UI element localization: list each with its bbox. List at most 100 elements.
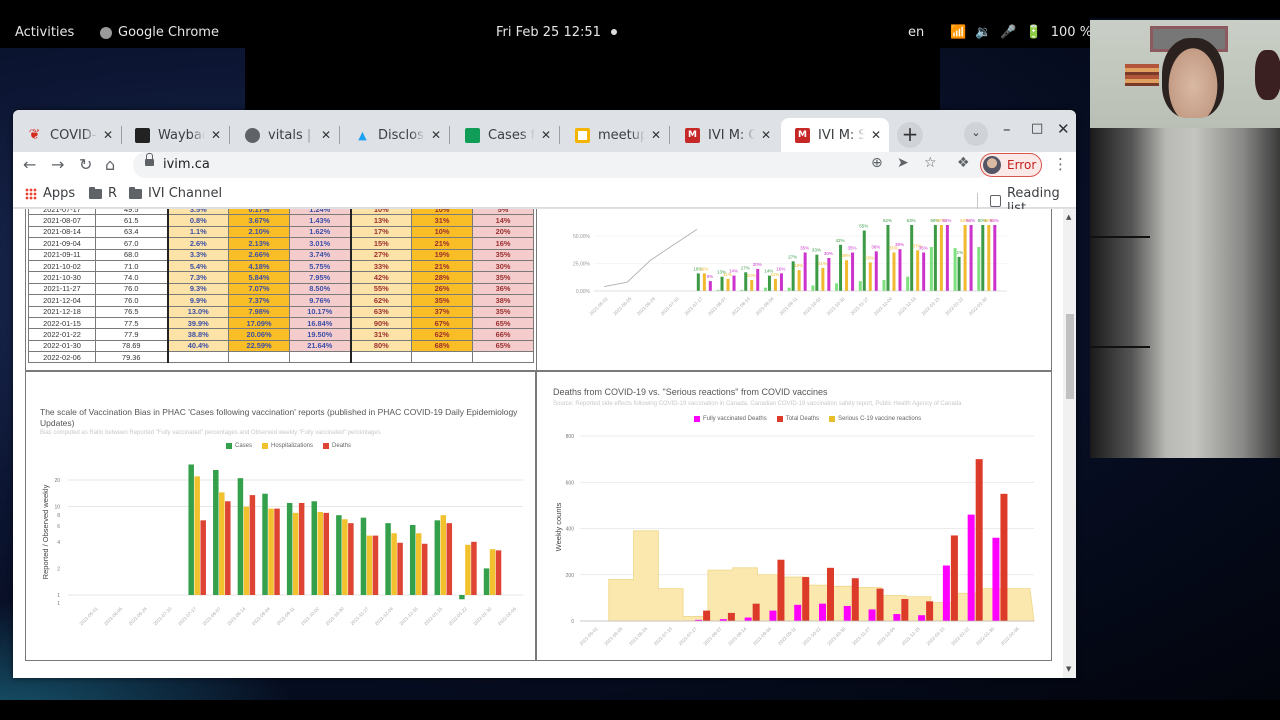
table-cell[interactable]: [349, 351, 412, 364]
table-cell[interactable]: 31%: [349, 328, 412, 341]
tab-1[interactable]: ❦ COVID-19 ✕: [13, 118, 122, 152]
legend-item[interactable]: Cases: [226, 443, 252, 449]
language-indicator[interactable]: en: [908, 25, 924, 40]
table-cell[interactable]: 38.8%: [166, 328, 229, 341]
table-cell[interactable]: 31%: [411, 214, 473, 227]
table-cell[interactable]: 21.64%: [289, 339, 351, 353]
maximize-button[interactable]: □: [1031, 121, 1043, 136]
scroll-up-arrow-icon[interactable]: ▲: [1066, 213, 1071, 221]
table-cell[interactable]: 0.8%: [166, 214, 229, 227]
table-cell[interactable]: 67.0: [95, 237, 168, 250]
tab-2[interactable]: Wayback ✕: [121, 118, 230, 152]
table-cell[interactable]: 10%: [411, 225, 473, 239]
table-cell[interactable]: 22.59%: [228, 339, 290, 353]
bookmark-apps[interactable]: Apps: [25, 186, 75, 201]
table-cell[interactable]: 67%: [411, 316, 473, 330]
table-cell[interactable]: 35%: [472, 248, 534, 261]
table-cell[interactable]: 30%: [472, 259, 534, 273]
table-cell[interactable]: 7.07%: [228, 282, 290, 296]
clock[interactable]: Fri Feb 25 12:51: [496, 25, 601, 40]
table-cell[interactable]: 2021-11-27: [28, 282, 96, 296]
table-cell[interactable]: 21%: [411, 259, 473, 273]
table-cell[interactable]: 13.0%: [166, 305, 229, 318]
page-scrollbar[interactable]: ▲ ▼: [1063, 209, 1076, 678]
table-cell[interactable]: 9.76%: [289, 294, 351, 307]
bookmark-folder-r[interactable]: R: [89, 186, 117, 201]
table-cell[interactable]: 76.0: [95, 294, 168, 307]
table-cell[interactable]: 2022-02-06: [28, 351, 96, 364]
table-cell[interactable]: 15%: [349, 237, 412, 250]
table-cell[interactable]: 7.95%: [289, 271, 351, 284]
close-window-button[interactable]: ✕: [1057, 120, 1070, 138]
table-cell[interactable]: 78.69: [95, 339, 168, 353]
table-cell[interactable]: 7.98%: [228, 305, 290, 318]
table-cell[interactable]: 10.17%: [289, 305, 351, 318]
tab-8[interactable]: M IVI M: See ✕: [781, 118, 889, 152]
table-cell[interactable]: [472, 351, 534, 364]
table-cell[interactable]: 3.74%: [289, 248, 351, 261]
table-cell[interactable]: 39.9%: [166, 316, 229, 330]
table-cell[interactable]: 76.0: [95, 282, 168, 296]
legend-item[interactable]: Total Deaths: [776, 416, 819, 422]
table-cell[interactable]: 14%: [472, 214, 534, 227]
legend-item[interactable]: Serious C-19 vaccine reactions: [829, 416, 921, 422]
table-cell[interactable]: 55%: [349, 282, 412, 296]
table-cell[interactable]: 65%: [472, 339, 534, 353]
table-cell[interactable]: 5.84%: [228, 271, 290, 284]
table-cell[interactable]: [289, 351, 351, 364]
table-cell[interactable]: [228, 351, 290, 364]
table-cell[interactable]: 35%: [472, 271, 534, 284]
tab-4[interactable]: ▲ Disclose. ✕: [341, 118, 450, 152]
tab-search-button[interactable]: ⌄: [964, 122, 988, 146]
tab-close-icon[interactable]: ✕: [651, 128, 661, 142]
table-cell[interactable]: 21%: [411, 237, 473, 250]
table-cell[interactable]: 2022-01-22: [28, 328, 96, 341]
table-cell[interactable]: 79.36: [95, 351, 168, 364]
tab-close-icon[interactable]: ✕: [431, 128, 441, 142]
table-cell[interactable]: 9.9%: [166, 294, 229, 307]
back-button[interactable]: ←: [23, 155, 36, 174]
table-cell[interactable]: 9.3%: [166, 282, 229, 296]
table-cell[interactable]: 35%: [472, 305, 534, 318]
tab-5[interactable]: Cases fol ✕: [451, 118, 560, 152]
zoom-icon[interactable]: ⊕: [871, 155, 883, 171]
table-cell[interactable]: 19%: [411, 248, 473, 261]
bookmark-star-icon[interactable]: ☆: [924, 155, 937, 171]
table-cell[interactable]: 2.6%: [166, 237, 229, 250]
kebab-menu-icon[interactable]: ⋮: [1053, 155, 1068, 173]
profile-button[interactable]: Error: [980, 153, 1042, 177]
table-cell[interactable]: 20.06%: [228, 328, 290, 341]
tab-3[interactable]: vitals | Op ✕: [231, 118, 340, 152]
table-cell[interactable]: 33%: [349, 259, 412, 273]
tab-close-icon[interactable]: ✕: [871, 128, 881, 142]
table-cell[interactable]: [166, 351, 229, 364]
table-cell[interactable]: 2021-08-07: [28, 214, 96, 227]
table-cell[interactable]: 13%: [349, 214, 412, 227]
tab-close-icon[interactable]: ✕: [541, 128, 551, 142]
table-cell[interactable]: 74.0: [95, 271, 168, 284]
send-icon[interactable]: ➤: [897, 155, 909, 171]
legend-item[interactable]: Fully vaccinated Deaths: [694, 416, 767, 422]
tab-7[interactable]: M IVI M: Op ✕: [671, 118, 779, 152]
lock-icon[interactable]: [145, 153, 154, 168]
legend-item[interactable]: Hospitalizations: [262, 443, 313, 449]
table-cell[interactable]: 7.37%: [228, 294, 290, 307]
url-text[interactable]: ivim.ca: [163, 157, 210, 172]
minimize-button[interactable]: –: [1003, 120, 1011, 138]
system-tray[interactable]: 📶 🔉 🎤 🔋 100 %: [950, 25, 1092, 40]
table-cell[interactable]: 2021-08-14: [28, 225, 96, 239]
tab-6[interactable]: meetup-2 ✕: [561, 118, 670, 152]
home-button[interactable]: ⌂: [105, 155, 115, 174]
table-cell[interactable]: 16%: [472, 237, 534, 250]
table-cell[interactable]: 35%: [411, 294, 473, 307]
table-cell[interactable]: 37%: [411, 305, 473, 318]
scroll-thumb[interactable]: [1066, 314, 1074, 399]
table-cell[interactable]: 36%: [472, 282, 534, 296]
tab-close-icon[interactable]: ✕: [321, 128, 331, 142]
table-cell[interactable]: 1.62%: [289, 225, 351, 239]
table-cell[interactable]: 76.5: [95, 305, 168, 318]
table-cell[interactable]: 5.75%: [289, 259, 351, 273]
table-cell[interactable]: 42%: [349, 271, 412, 284]
table-cell[interactable]: 38%: [472, 294, 534, 307]
bookmark-folder-ivi-channel[interactable]: IVI Channel: [129, 186, 222, 201]
